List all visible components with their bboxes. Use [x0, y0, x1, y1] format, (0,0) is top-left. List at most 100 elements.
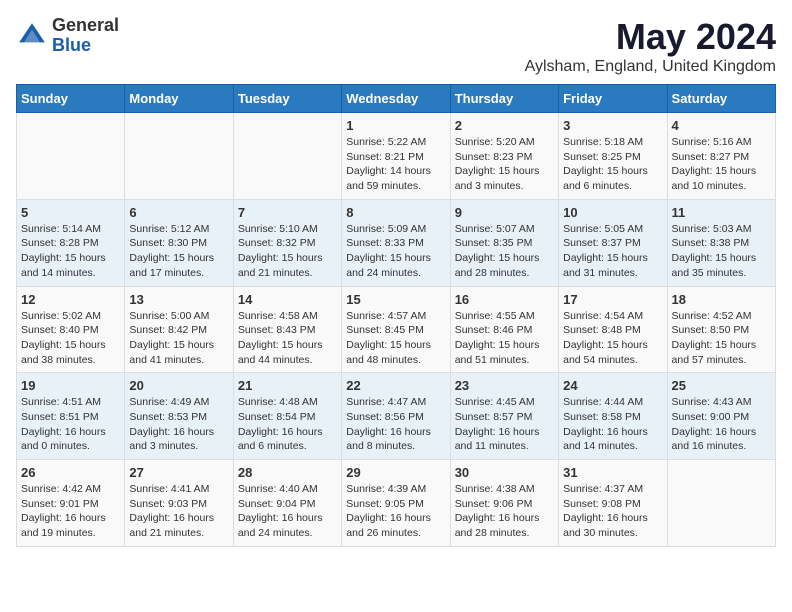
day-number: 13: [129, 292, 228, 307]
logo: General Blue: [16, 16, 119, 56]
day-info: Sunrise: 4:48 AM Sunset: 8:54 PM Dayligh…: [238, 395, 337, 454]
day-number: 28: [238, 465, 337, 480]
day-info: Sunrise: 4:45 AM Sunset: 8:57 PM Dayligh…: [455, 395, 554, 454]
calendar-cell: 16 Sunrise: 4:55 AM Sunset: 8:46 PM Dayli…: [450, 286, 558, 373]
day-info: Sunrise: 4:55 AM Sunset: 8:46 PM Dayligh…: [455, 309, 554, 368]
day-number: 17: [563, 292, 662, 307]
day-number: 27: [129, 465, 228, 480]
header-tuesday: Tuesday: [233, 85, 341, 113]
calendar-cell: [125, 113, 233, 200]
header-monday: Monday: [125, 85, 233, 113]
day-number: 9: [455, 205, 554, 220]
calendar-body: 1Sunrise: 5:22 AM Sunset: 8:21 PM Daylig…: [17, 113, 776, 547]
day-info: Sunrise: 5:18 AM Sunset: 8:25 PM Dayligh…: [563, 135, 662, 194]
day-number: 18: [672, 292, 771, 307]
day-info: Sunrise: 4:47 AM Sunset: 8:56 PM Dayligh…: [346, 395, 445, 454]
calendar-cell: 2 Sunrise: 5:20 AM Sunset: 8:23 PM Daylig…: [450, 113, 558, 200]
header-friday: Friday: [559, 85, 667, 113]
day-number: 26: [21, 465, 120, 480]
calendar-cell: [233, 113, 341, 200]
subtitle: Aylsham, England, United Kingdom: [525, 58, 776, 76]
day-number: 29: [346, 465, 445, 480]
calendar-cell: 7Sunrise: 5:10 AM Sunset: 8:32 PM Daylig…: [233, 199, 341, 286]
header-sunday: Sunday: [17, 85, 125, 113]
day-number: 16: [455, 292, 554, 307]
page-header: General Blue May 2024 Aylsham, England, …: [16, 16, 776, 76]
day-info: Sunrise: 5:10 AM Sunset: 8:32 PM Dayligh…: [238, 222, 337, 281]
main-title: May 2024: [525, 16, 776, 58]
week-row-4: 26 Sunrise: 4:42 AM Sunset: 9:01 PM Dayli…: [17, 460, 776, 547]
header-saturday: Saturday: [667, 85, 775, 113]
day-info: Sunrise: 4:51 AM Sunset: 8:51 PM Dayligh…: [21, 395, 120, 454]
day-number: 2: [455, 118, 554, 133]
calendar-cell: 29 Sunrise: 4:39 AM Sunset: 9:05 PM Dayli…: [342, 460, 450, 547]
calendar-cell: 19 Sunrise: 4:51 AM Sunset: 8:51 PM Dayli…: [17, 373, 125, 460]
calendar-cell: 26 Sunrise: 4:42 AM Sunset: 9:01 PM Dayli…: [17, 460, 125, 547]
day-info: Sunrise: 5:09 AM Sunset: 8:33 PM Dayligh…: [346, 222, 445, 281]
calendar-cell: 3 Sunrise: 5:18 AM Sunset: 8:25 PM Daylig…: [559, 113, 667, 200]
calendar-cell: 4 Sunrise: 5:16 AM Sunset: 8:27 PM Daylig…: [667, 113, 775, 200]
day-number: 21: [238, 378, 337, 393]
day-info: Sunrise: 5:02 AM Sunset: 8:40 PM Dayligh…: [21, 309, 120, 368]
calendar-cell: 11 Sunrise: 5:03 AM Sunset: 8:38 PM Dayli…: [667, 199, 775, 286]
day-number: 5: [21, 205, 120, 220]
day-number: 10: [563, 205, 662, 220]
day-info: Sunrise: 5:03 AM Sunset: 8:38 PM Dayligh…: [672, 222, 771, 281]
calendar-cell: 12 Sunrise: 5:02 AM Sunset: 8:40 PM Dayli…: [17, 286, 125, 373]
calendar-cell: 6 Sunrise: 5:12 AM Sunset: 8:30 PM Daylig…: [125, 199, 233, 286]
week-row-0: 1Sunrise: 5:22 AM Sunset: 8:21 PM Daylig…: [17, 113, 776, 200]
day-info: Sunrise: 5:07 AM Sunset: 8:35 PM Dayligh…: [455, 222, 554, 281]
day-number: 30: [455, 465, 554, 480]
day-number: 31: [563, 465, 662, 480]
calendar-cell: 18 Sunrise: 4:52 AM Sunset: 8:50 PM Dayli…: [667, 286, 775, 373]
calendar-cell: 10 Sunrise: 5:05 AM Sunset: 8:37 PM Dayli…: [559, 199, 667, 286]
logo-general: General: [52, 16, 119, 36]
day-info: Sunrise: 4:37 AM Sunset: 9:08 PM Dayligh…: [563, 482, 662, 541]
day-info: Sunrise: 4:39 AM Sunset: 9:05 PM Dayligh…: [346, 482, 445, 541]
week-row-3: 19 Sunrise: 4:51 AM Sunset: 8:51 PM Dayli…: [17, 373, 776, 460]
day-number: 4: [672, 118, 771, 133]
day-number: 12: [21, 292, 120, 307]
day-info: Sunrise: 5:12 AM Sunset: 8:30 PM Dayligh…: [129, 222, 228, 281]
day-number: 8: [346, 205, 445, 220]
day-info: Sunrise: 5:16 AM Sunset: 8:27 PM Dayligh…: [672, 135, 771, 194]
day-info: Sunrise: 4:58 AM Sunset: 8:43 PM Dayligh…: [238, 309, 337, 368]
header-thursday: Thursday: [450, 85, 558, 113]
day-number: 20: [129, 378, 228, 393]
day-info: Sunrise: 5:14 AM Sunset: 8:28 PM Dayligh…: [21, 222, 120, 281]
calendar-cell: 17Sunrise: 4:54 AM Sunset: 8:48 PM Dayli…: [559, 286, 667, 373]
calendar-cell: 21 Sunrise: 4:48 AM Sunset: 8:54 PM Dayli…: [233, 373, 341, 460]
week-row-1: 5 Sunrise: 5:14 AM Sunset: 8:28 PM Daylig…: [17, 199, 776, 286]
calendar-cell: [667, 460, 775, 547]
calendar-cell: 20 Sunrise: 4:49 AM Sunset: 8:53 PM Dayli…: [125, 373, 233, 460]
day-info: Sunrise: 5:22 AM Sunset: 8:21 PM Dayligh…: [346, 135, 445, 194]
day-number: 22: [346, 378, 445, 393]
calendar-cell: 22 Sunrise: 4:47 AM Sunset: 8:56 PM Dayli…: [342, 373, 450, 460]
calendar-cell: 1Sunrise: 5:22 AM Sunset: 8:21 PM Daylig…: [342, 113, 450, 200]
calendar-cell: 25Sunrise: 4:43 AM Sunset: 9:00 PM Dayli…: [667, 373, 775, 460]
header-wednesday: Wednesday: [342, 85, 450, 113]
day-info: Sunrise: 4:49 AM Sunset: 8:53 PM Dayligh…: [129, 395, 228, 454]
day-info: Sunrise: 4:43 AM Sunset: 9:00 PM Dayligh…: [672, 395, 771, 454]
day-number: 24: [563, 378, 662, 393]
calendar-header: SundayMondayTuesdayWednesdayThursdayFrid…: [17, 85, 776, 113]
day-number: 19: [21, 378, 120, 393]
day-number: 6: [129, 205, 228, 220]
day-info: Sunrise: 4:40 AM Sunset: 9:04 PM Dayligh…: [238, 482, 337, 541]
calendar-cell: [17, 113, 125, 200]
logo-icon: [16, 20, 48, 52]
calendar-cell: 28 Sunrise: 4:40 AM Sunset: 9:04 PM Dayli…: [233, 460, 341, 547]
day-number: 11: [672, 205, 771, 220]
calendar-cell: 30Sunrise: 4:38 AM Sunset: 9:06 PM Dayli…: [450, 460, 558, 547]
day-info: Sunrise: 4:52 AM Sunset: 8:50 PM Dayligh…: [672, 309, 771, 368]
logo-blue: Blue: [52, 36, 119, 56]
day-info: Sunrise: 5:05 AM Sunset: 8:37 PM Dayligh…: [563, 222, 662, 281]
calendar-cell: 31 Sunrise: 4:37 AM Sunset: 9:08 PM Dayli…: [559, 460, 667, 547]
day-number: 3: [563, 118, 662, 133]
day-info: Sunrise: 5:20 AM Sunset: 8:23 PM Dayligh…: [455, 135, 554, 194]
day-info: Sunrise: 5:00 AM Sunset: 8:42 PM Dayligh…: [129, 309, 228, 368]
calendar-cell: 5 Sunrise: 5:14 AM Sunset: 8:28 PM Daylig…: [17, 199, 125, 286]
day-info: Sunrise: 4:42 AM Sunset: 9:01 PM Dayligh…: [21, 482, 120, 541]
day-number: 15: [346, 292, 445, 307]
calendar-cell: 13 Sunrise: 5:00 AM Sunset: 8:42 PM Dayli…: [125, 286, 233, 373]
